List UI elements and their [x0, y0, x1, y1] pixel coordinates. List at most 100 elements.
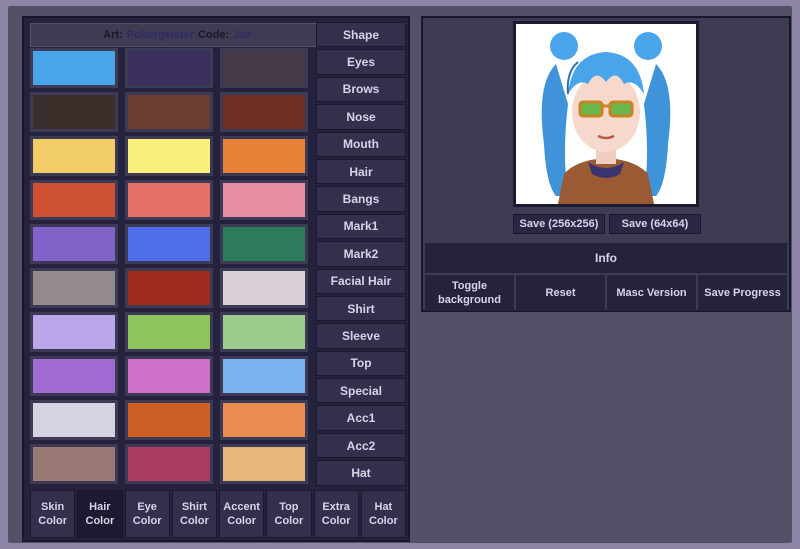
color-swatch[interactable]	[30, 136, 118, 176]
swatch-fill	[223, 227, 305, 261]
color-swatch[interactable]	[125, 180, 213, 220]
part-tab-eyes[interactable]: Eyes	[316, 49, 406, 75]
part-tab-hat[interactable]: Hat	[316, 460, 406, 486]
part-tab-bangs[interactable]: Bangs	[316, 186, 406, 212]
masc-version-button[interactable]: Masc Version	[607, 275, 696, 311]
color-swatch[interactable]	[220, 400, 308, 440]
swatch-fill	[223, 447, 305, 481]
color-swatch[interactable]	[220, 92, 308, 132]
color-swatch[interactable]	[220, 444, 308, 484]
part-tab-top[interactable]: Top	[316, 350, 406, 377]
reset-button[interactable]: Reset	[516, 275, 605, 311]
color-swatch[interactable]	[220, 180, 308, 220]
swatch-row	[30, 48, 322, 88]
swatch-fill	[128, 403, 210, 437]
preview-panel: Save (256x256) Save (64x64) Info Toggle b…	[421, 16, 791, 312]
swatch-fill	[223, 139, 305, 173]
color-tab-accent[interactable]: Accent Color	[219, 490, 265, 538]
part-tab-mark1[interactable]: Mark1	[316, 213, 406, 240]
action-buttons: Toggle background Reset Masc Version Save…	[425, 275, 787, 311]
color-swatch[interactable]	[30, 92, 118, 132]
color-swatch[interactable]	[220, 48, 308, 88]
toggle-label-1: Toggle	[451, 280, 488, 292]
save-progress-button[interactable]: Save Progress	[698, 275, 787, 311]
swatch-fill	[33, 403, 115, 437]
color-tab-hat[interactable]: Hat Color	[360, 490, 406, 538]
color-swatch[interactable]	[125, 400, 213, 440]
toggle-label-2: background	[438, 294, 501, 306]
part-tab-nose[interactable]: Nose	[316, 104, 406, 130]
part-tab-special[interactable]: Special	[316, 378, 406, 404]
color-swatch[interactable]	[125, 48, 213, 88]
color-swatch[interactable]	[220, 136, 308, 176]
swatch-fill	[33, 359, 115, 393]
color-swatch[interactable]	[30, 48, 118, 88]
color-swatch[interactable]	[30, 224, 118, 264]
color-tab-label-line2: Color	[132, 515, 162, 527]
color-tab-label: Skin Color	[38, 500, 67, 528]
part-tab-hair[interactable]: Hair	[316, 158, 406, 185]
part-tab-facial-hair[interactable]: Facial Hair	[316, 268, 406, 294]
color-swatch[interactable]	[125, 136, 213, 176]
swatch-fill	[128, 447, 210, 481]
color-swatch[interactable]	[30, 356, 118, 396]
swatch-fill	[128, 359, 210, 393]
swatch-row	[30, 312, 322, 352]
swatch-fill	[223, 51, 305, 85]
color-tab-extra[interactable]: Extra Color	[313, 490, 359, 538]
color-swatch[interactable]	[220, 312, 308, 352]
color-swatch[interactable]	[30, 268, 118, 308]
swatch-fill	[128, 315, 210, 349]
part-tab-mouth[interactable]: Mouth	[316, 131, 406, 157]
color-swatch[interactable]	[30, 180, 118, 220]
part-tab-brows[interactable]: Brows	[316, 76, 406, 103]
color-category-tabs: Skin Color Hair Color Eye Color Shirt Color Acce…	[30, 490, 406, 538]
color-tab-label-line2: Color	[227, 515, 256, 527]
swatch-fill	[223, 403, 305, 437]
color-swatch[interactable]	[30, 312, 118, 352]
swatch-fill	[33, 227, 115, 261]
swatch-fill	[128, 139, 210, 173]
swatch-fill	[128, 95, 210, 129]
part-tab-mark2[interactable]: Mark2	[316, 241, 406, 267]
part-tab-shape[interactable]: Shape	[316, 22, 406, 48]
color-swatch[interactable]	[125, 92, 213, 132]
part-tab-acc1[interactable]: Acc1	[316, 405, 406, 431]
swatch-fill	[33, 95, 115, 129]
swatch-fill	[33, 315, 115, 349]
color-tab-label-line1: Accent	[223, 501, 260, 513]
color-swatch[interactable]	[125, 268, 213, 308]
part-tab-sleeve[interactable]: Sleeve	[316, 323, 406, 349]
color-tab-eye[interactable]: Eye Color	[124, 490, 170, 538]
color-swatch[interactable]	[220, 356, 308, 396]
color-tab-label-line1: Eye	[137, 501, 157, 513]
part-tab-shirt[interactable]: Shirt	[316, 295, 406, 322]
color-swatch[interactable]	[125, 224, 213, 264]
swatch-fill	[223, 183, 305, 217]
swatch-row	[30, 356, 322, 396]
save-64-button[interactable]: Save (64x64)	[609, 214, 701, 234]
color-tab-label: Eye Color	[133, 500, 162, 528]
color-swatch[interactable]	[125, 312, 213, 352]
color-swatch[interactable]	[30, 444, 118, 484]
save-256-button[interactable]: Save (256x256)	[513, 214, 605, 234]
swatch-fill	[223, 95, 305, 129]
part-tab-acc2[interactable]: Acc2	[316, 432, 406, 459]
color-swatch[interactable]	[125, 444, 213, 484]
color-swatch[interactable]	[220, 268, 308, 308]
color-swatch[interactable]	[220, 224, 308, 264]
swatch-fill	[33, 183, 115, 217]
swatch-fill	[33, 447, 115, 481]
color-swatch[interactable]	[125, 356, 213, 396]
swatch-row	[30, 92, 322, 132]
color-tab-shirt[interactable]: Shirt Color	[171, 490, 217, 538]
color-editor-panel: Art: Poltergeister Code: Jaz Shape Eyes Br…	[22, 16, 410, 542]
color-tab-skin[interactable]: Skin Color	[30, 490, 76, 538]
color-tab-top[interactable]: Top Color	[266, 490, 312, 538]
color-swatch[interactable]	[30, 400, 118, 440]
info-button[interactable]: Info	[425, 243, 787, 273]
swatch-row	[30, 444, 322, 484]
color-tab-hair[interactable]: Hair Color	[77, 490, 123, 538]
toggle-background-button[interactable]: Toggle background	[425, 275, 514, 311]
color-tab-label-line2: Color	[321, 515, 351, 527]
